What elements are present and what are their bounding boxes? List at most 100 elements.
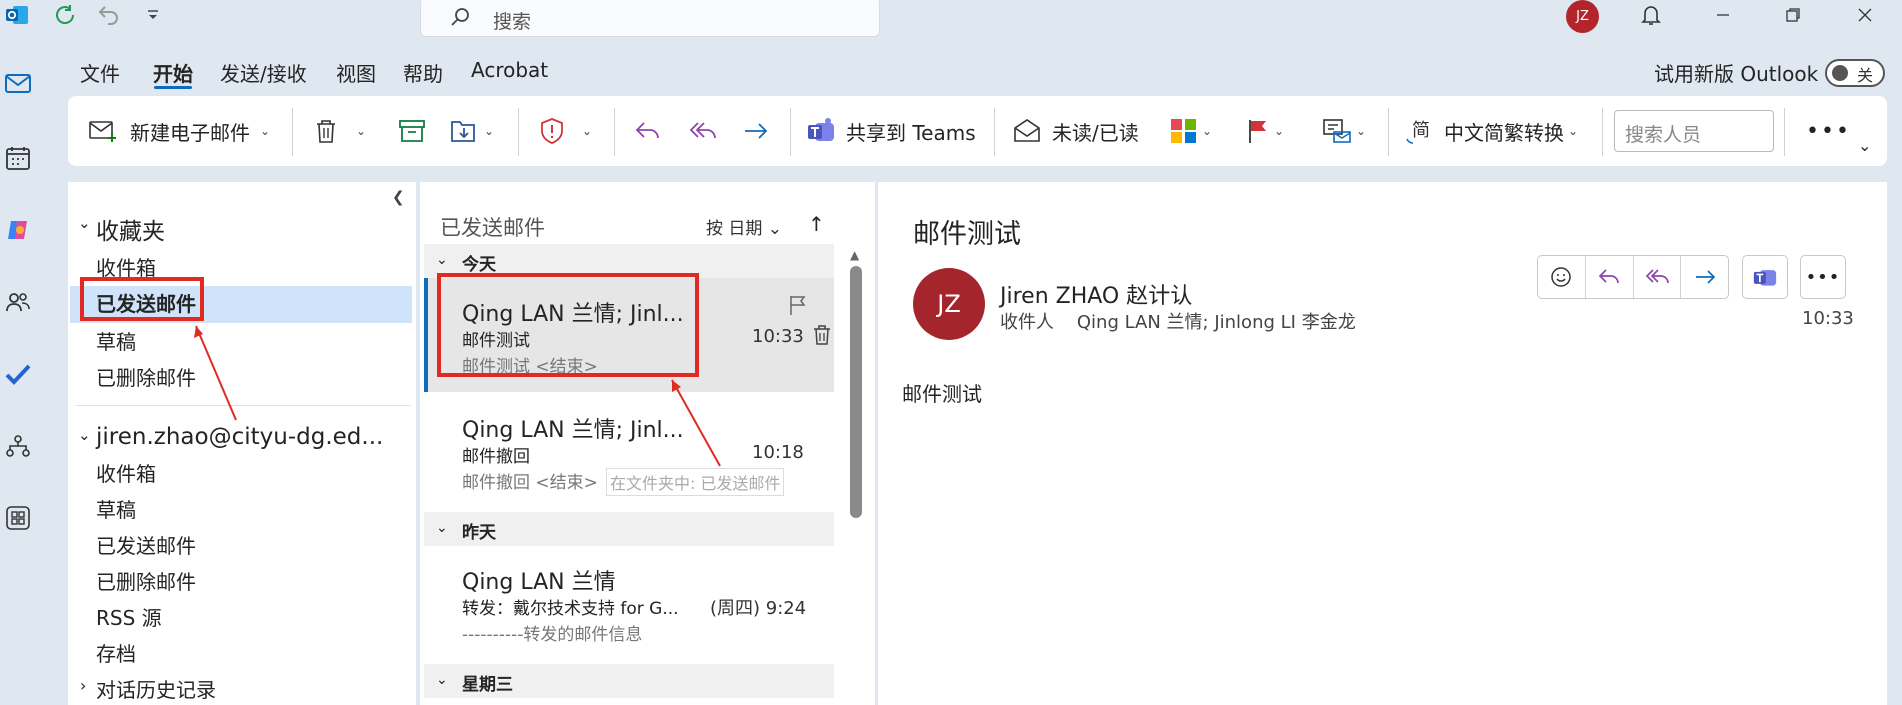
tab-acrobat[interactable]: Acrobat: [471, 58, 548, 82]
mail-icon[interactable]: [4, 70, 32, 98]
folder-tooltip: 在文件夹中: 已发送邮件: [606, 468, 785, 496]
move-button[interactable]: ⌄: [450, 115, 494, 147]
apps-icon[interactable]: [4, 504, 32, 532]
trash-icon: [314, 118, 338, 144]
account-archive[interactable]: 存档: [96, 638, 136, 667]
flag-outline-icon[interactable]: [788, 294, 808, 316]
fav-deleted-items[interactable]: 已删除邮件: [96, 362, 196, 391]
archive-button[interactable]: [398, 115, 426, 147]
reply-all-button[interactable]: [688, 115, 718, 147]
trash-icon[interactable]: [812, 324, 832, 346]
message-from: Qing LAN 兰情; Jinl...: [462, 418, 684, 443]
ribbon-divider: [614, 108, 615, 156]
emoji-react-icon[interactable]: [1538, 256, 1586, 298]
restore-icon[interactable]: [1780, 2, 1806, 28]
minimize-icon[interactable]: [1710, 2, 1736, 28]
reply-icon[interactable]: [1586, 256, 1634, 298]
sender-avatar[interactable]: JZ: [913, 268, 985, 340]
tab-file[interactable]: 文件: [80, 58, 120, 87]
shield-alert-icon: [538, 117, 566, 145]
ribbon-divider: [292, 108, 293, 156]
message-item[interactable]: Qing LAN 兰情 转发：戴尔技术支持 for G... ---------…: [424, 548, 834, 658]
account-drafts[interactable]: 草稿: [96, 494, 136, 523]
share-to-teams-label: 共享到 Teams: [846, 120, 976, 145]
chevron-down-icon: ⌄: [1568, 124, 1579, 138]
chevron-down-icon[interactable]: ⌄: [78, 426, 91, 444]
search-box[interactable]: 搜索: [420, 0, 880, 37]
chinese-conversion-label: 中文简繁转换: [1444, 120, 1564, 145]
people-icon[interactable]: [4, 288, 32, 316]
fav-drafts[interactable]: 草稿: [96, 326, 136, 355]
message-preview: ----------转发的邮件信息: [462, 625, 643, 645]
expand-ribbon-icon[interactable]: ⌄: [1858, 136, 1871, 155]
sync-icon[interactable]: [52, 2, 78, 28]
tab-home[interactable]: 开始: [153, 58, 193, 87]
message-subject: 邮件撤回: [462, 447, 530, 467]
group-header-wednesday[interactable]: ⌄ 星期三: [424, 664, 834, 698]
favorites-header[interactable]: 收藏夹: [96, 212, 165, 246]
forward-icon[interactable]: [1681, 256, 1728, 298]
categorize-button[interactable]: ⌄: [1170, 115, 1212, 147]
scrollbar-thumb[interactable]: [850, 266, 862, 518]
unread-read-label: 未读/已读: [1052, 120, 1139, 145]
outlook-logo-icon: [4, 2, 30, 28]
bell-icon[interactable]: [1638, 2, 1664, 28]
chevron-down-icon: ⌄: [1202, 124, 1213, 138]
tab-send-receive[interactable]: 发送/接收: [220, 58, 307, 87]
group-header-yesterday[interactable]: ⌄ 昨天: [424, 512, 834, 546]
recipients-line: 收件人 Qing LAN 兰情; Jinlong LI 李金龙: [1000, 308, 1356, 334]
share-to-teams-button[interactable]: 共享到 Teams: [806, 115, 976, 147]
reply-all-icon[interactable]: [1634, 256, 1682, 298]
delete-button[interactable]: ⌄: [314, 115, 366, 147]
calendar-icon[interactable]: [4, 144, 32, 172]
more-actions-icon[interactable]: •••: [1800, 255, 1846, 299]
customize-toolbar-icon[interactable]: [140, 2, 166, 28]
close-icon[interactable]: [1852, 2, 1878, 28]
message-subject: 转发：戴尔技术支持 for G...: [462, 599, 679, 619]
forward-button[interactable]: [742, 115, 770, 147]
new-email-button[interactable]: 新建电子邮件 ⌄: [88, 115, 270, 147]
flag-icon: [1246, 118, 1270, 144]
rules-button[interactable]: ⌄: [1322, 115, 1366, 147]
message-time: 10:33: [752, 326, 804, 347]
conversation-history[interactable]: 对话历史记录: [96, 674, 216, 703]
reply-button[interactable]: [634, 115, 662, 147]
unread-read-button[interactable]: 未读/已读: [1012, 115, 1139, 147]
archive-icon: [398, 119, 426, 143]
report-button[interactable]: ⌄: [538, 115, 592, 147]
message-time: (周四) 9:24: [710, 598, 807, 619]
account-rss-feeds[interactable]: RSS 源: [96, 602, 162, 631]
chevron-down-icon[interactable]: ⌄: [78, 214, 91, 232]
teams-share-icon[interactable]: [1742, 255, 1788, 299]
collapse-pane-icon[interactable]: ❮: [392, 188, 405, 206]
chevron-down-icon: ⌄: [582, 124, 593, 138]
account-inbox[interactable]: 收件箱: [96, 458, 156, 487]
flag-button[interactable]: ⌄: [1246, 115, 1284, 147]
chinese-conversion-button[interactable]: 简 中文简繁转换 ⌄: [1404, 115, 1578, 147]
user-avatar[interactable]: JZ: [1566, 0, 1599, 33]
sort-direction-icon[interactable]: ↑: [808, 212, 825, 236]
account-header[interactable]: jiren.zhao@cityu-dg.ed...: [96, 424, 383, 450]
new-outlook-toggle[interactable]: 关: [1825, 59, 1885, 87]
copilot-icon[interactable]: [4, 216, 32, 244]
ribbon-divider: [1388, 108, 1389, 156]
more-options-icon[interactable]: •••: [1806, 115, 1851, 147]
todo-icon[interactable]: [4, 360, 32, 388]
chevron-right-icon[interactable]: ›: [80, 676, 86, 695]
sort-by-date[interactable]: 按 日期 ⌄: [706, 214, 782, 239]
reading-pane: [878, 182, 1887, 705]
tab-view[interactable]: 视图: [336, 58, 376, 87]
account-deleted-items[interactable]: 已删除邮件: [96, 566, 196, 595]
toggle-knob: [1832, 65, 1848, 81]
search-people-input[interactable]: 搜索人员: [1614, 110, 1774, 152]
undo-icon[interactable]: [96, 2, 122, 28]
scroll-up-icon[interactable]: ▲: [850, 248, 859, 262]
recipients-names[interactable]: Qing LAN 兰情; Jinlong LI 李金龙: [1077, 312, 1356, 333]
folder-divider: [76, 405, 411, 406]
tab-help[interactable]: 帮助: [403, 58, 443, 87]
message-body: 邮件测试: [902, 382, 982, 406]
account-sent-items[interactable]: 已发送邮件: [96, 530, 196, 559]
ribbon-divider: [790, 108, 791, 156]
sender-name[interactable]: Jiren ZHAO 赵计认: [1000, 278, 1192, 310]
org-chart-icon[interactable]: [4, 432, 32, 460]
